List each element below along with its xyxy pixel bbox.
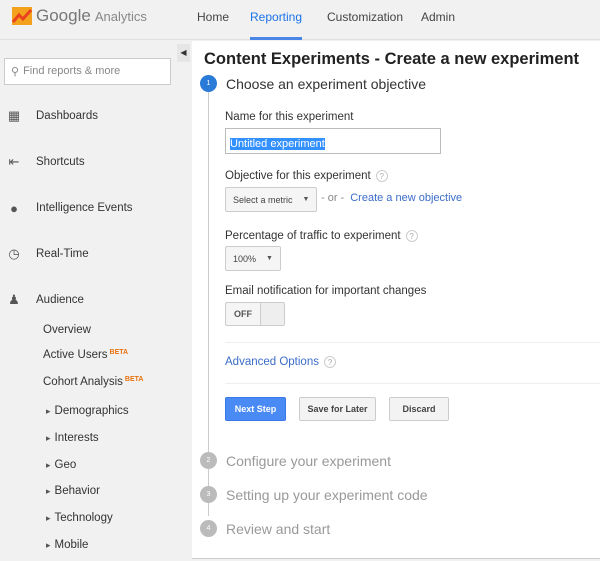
- help-icon[interactable]: ?: [405, 230, 418, 242]
- sidebar-group-mobile[interactable]: Mobile: [46, 539, 89, 551]
- beta-badge: BETA: [109, 349, 129, 356]
- page-title: Content Experiments - Create a new exper…: [204, 50, 580, 68]
- step-1: 1 Choose an experiment objective: [200, 75, 426, 92]
- sidebar-item-intelligence-events[interactable]: ● Intelligence Events: [6, 200, 133, 216]
- sidebar-item-shortcuts[interactable]: ⇤ Shortcuts: [6, 154, 85, 169]
- advanced-options-link[interactable]: Advanced Options?: [225, 356, 336, 368]
- objective-label: Objective for this experiment?: [225, 170, 388, 182]
- next-step-button[interactable]: Next Step: [225, 397, 286, 421]
- toggle-knob: [260, 303, 284, 325]
- label: Advanced Options: [225, 356, 319, 368]
- label: Overview: [43, 324, 91, 336]
- label: Objective for this experiment: [225, 170, 371, 182]
- nav-home[interactable]: Home: [197, 0, 229, 40]
- discard-button[interactable]: Discard: [389, 397, 449, 421]
- analytics-logo-icon: [12, 7, 32, 25]
- caret-down-icon: ▼: [302, 196, 310, 203]
- lightbulb-icon: ●: [10, 200, 18, 216]
- label: Audience: [36, 294, 84, 306]
- search-icon: ⚲: [11, 66, 20, 78]
- beta-badge: BETA: [124, 376, 144, 383]
- sidebar-sub-active-users[interactable]: Active Users BETA: [43, 349, 128, 361]
- create-objective-link[interactable]: Create a new objective: [350, 192, 462, 204]
- label: Active Users: [43, 349, 108, 361]
- label: Shortcuts: [36, 156, 85, 168]
- main-panel: Content Experiments - Create a new exper…: [192, 41, 600, 559]
- sidebar-item-audience[interactable]: ♟ Audience: [6, 292, 84, 307]
- sidebar-sub-cohort-analysis[interactable]: Cohort Analysis BETA: [43, 376, 143, 388]
- traffic-select[interactable]: 100% ▼: [225, 246, 281, 271]
- email-label: Email notification for important changes: [225, 285, 426, 297]
- logo-brand: Google: [36, 6, 91, 25]
- input-value: Untitled experiment: [230, 138, 325, 150]
- help-icon[interactable]: ?: [375, 170, 388, 182]
- top-bar: Google Analytics Home Reporting Customiz…: [0, 0, 600, 40]
- step-number: 1: [200, 75, 217, 92]
- step-label: Configure your experiment: [226, 452, 391, 469]
- traffic-label: Percentage of traffic to experiment?: [225, 230, 418, 242]
- sidebar-group-interests[interactable]: Interests: [46, 432, 99, 444]
- label: Dashboards: [36, 110, 99, 122]
- caret-down-icon: ▼: [266, 255, 273, 262]
- clock-icon: ◷: [8, 246, 20, 261]
- or-text: - or -: [321, 192, 345, 204]
- search-placeholder: Find reports & more: [23, 65, 121, 77]
- search-input[interactable]: ⚲ Find reports & more: [4, 58, 171, 85]
- grid-icon: ▦: [7, 108, 21, 123]
- help-icon[interactable]: ?: [323, 356, 336, 368]
- nav-admin[interactable]: Admin: [421, 0, 455, 40]
- label: Email notification for important changes: [225, 285, 427, 297]
- step-label: Review and start: [226, 520, 331, 537]
- sidebar-group-technology[interactable]: Technology: [46, 512, 113, 524]
- email-notification-toggle[interactable]: OFF: [225, 302, 285, 326]
- nav-customization[interactable]: Customization: [327, 0, 403, 40]
- step-label: Choose an experiment objective: [226, 75, 427, 92]
- sidebar-sub-overview[interactable]: Overview: [43, 324, 91, 336]
- objective-alt: - or - Create a new objective: [321, 192, 462, 204]
- label: Percentage of traffic to experiment: [225, 230, 401, 242]
- select-value: 100%: [233, 253, 257, 264]
- collapse-sidebar-button[interactable]: ◀: [177, 44, 190, 62]
- google-analytics-logo[interactable]: Google Analytics: [12, 6, 147, 26]
- label: Cohort Analysis: [43, 376, 123, 388]
- divider: [225, 383, 600, 384]
- experiment-name-input[interactable]: Untitled experiment: [225, 128, 441, 154]
- sidebar-item-dashboards[interactable]: ▦ Dashboards: [6, 108, 99, 123]
- step-2: 2 Configure your experiment: [200, 452, 391, 469]
- step-number: 4: [200, 520, 217, 537]
- name-label: Name for this experiment: [225, 111, 353, 123]
- logo-product: Analytics: [94, 8, 147, 24]
- divider: [225, 342, 600, 343]
- save-for-later-button[interactable]: Save for Later: [299, 397, 376, 421]
- label: Intelligence Events: [36, 202, 133, 214]
- step-4: 4 Review and start: [200, 520, 330, 537]
- sidebar-group-demographics[interactable]: Demographics: [46, 405, 129, 417]
- sidebar: ⚲ Find reports & more ▦ Dashboards ⇤ Short…: [0, 41, 190, 561]
- select-value: Select a metric: [233, 194, 293, 205]
- shortcut-arrow-icon: ⇤: [8, 154, 20, 169]
- sidebar-group-geo[interactable]: Geo: [46, 459, 77, 471]
- step-label: Setting up your experiment code: [226, 486, 428, 503]
- label: Name for this experiment: [225, 111, 354, 123]
- toggle-state: OFF: [234, 309, 252, 319]
- nav-reporting[interactable]: Reporting: [250, 0, 303, 40]
- sidebar-item-real-time[interactable]: ◷ Real-Time: [6, 246, 89, 261]
- people-icon: ♟: [8, 292, 20, 307]
- step-number: 3: [200, 486, 217, 503]
- label: Real-Time: [36, 248, 89, 260]
- sidebar-group-behavior[interactable]: Behavior: [46, 485, 100, 497]
- step-number: 2: [200, 452, 217, 469]
- objective-select[interactable]: Select a metric ▼: [225, 187, 318, 212]
- step-3: 3 Setting up your experiment code: [200, 486, 428, 503]
